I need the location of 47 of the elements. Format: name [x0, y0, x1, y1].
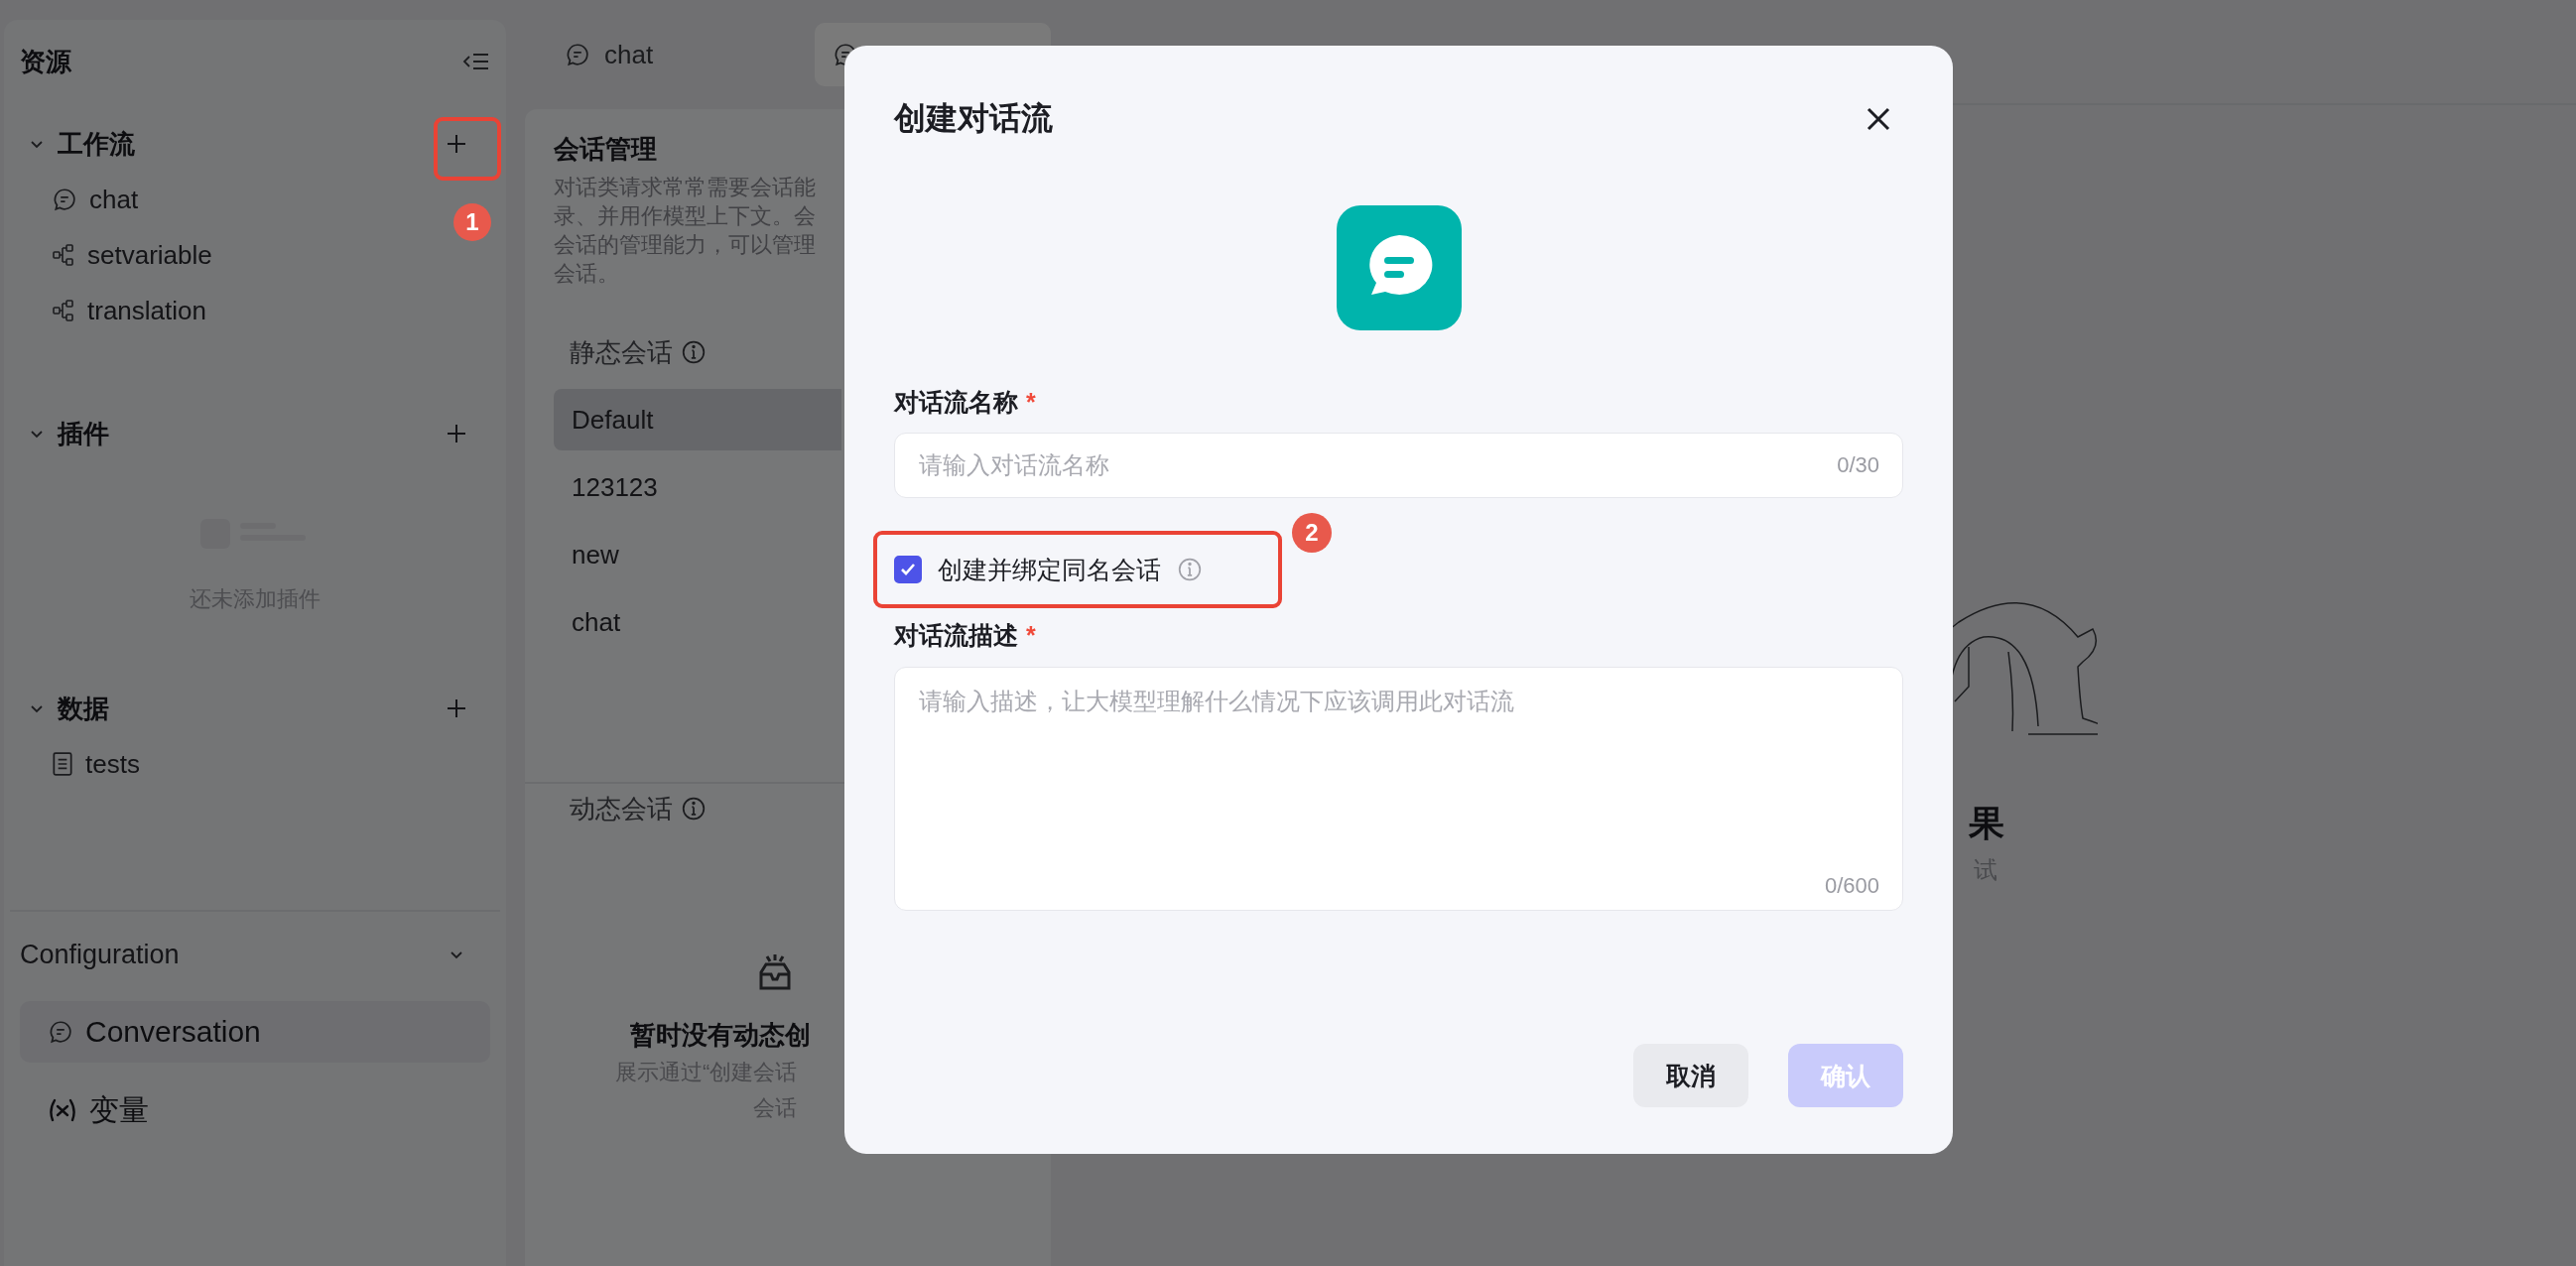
session-item[interactable]: chat: [554, 591, 841, 653]
chat-bubble-icon: [48, 1019, 73, 1045]
dialog-title: 创建对话流: [894, 99, 1053, 138]
required-mark: *: [1026, 620, 1036, 651]
result-title: 果: [1969, 802, 2004, 845]
configuration-item[interactable]: Conversation: [20, 1001, 490, 1063]
workflow-icon: [52, 243, 75, 267]
document-icon: [52, 751, 73, 777]
configuration-item[interactable]: 变量: [20, 1079, 490, 1141]
resource-item[interactable]: tests: [20, 736, 148, 792]
add-icon[interactable]: [445, 422, 468, 445]
panel-title: 会话管理: [554, 133, 658, 166]
character-counter: 0/600: [1824, 873, 1879, 899]
empty-title: 暂时没有动态创: [630, 1019, 811, 1052]
resource-item[interactable]: translation: [20, 283, 214, 338]
chat-bubble-icon: [52, 187, 77, 212]
chat-app-icon: [1336, 205, 1462, 330]
section-title: 工作流: [58, 127, 136, 161]
close-icon[interactable]: [1866, 106, 1891, 132]
section-title: 静态会话: [570, 335, 673, 369]
chat-bubble-icon: [565, 42, 590, 67]
section-title: 数据: [58, 692, 110, 725]
info-icon: [681, 796, 707, 822]
character-counter: 0/30: [1837, 452, 1879, 478]
add-icon[interactable]: [445, 696, 468, 720]
variable-icon: [48, 1097, 77, 1123]
required-mark: *: [1026, 387, 1036, 418]
session-item[interactable]: 123123: [554, 456, 841, 518]
section-title: 动态会话: [570, 792, 673, 825]
tab[interactable]: chat: [547, 23, 672, 86]
field-label: 对话流描述: [894, 620, 1018, 651]
session-item[interactable]: Default: [554, 389, 841, 450]
workflow-icon: [52, 299, 75, 322]
highlight-frame: [434, 117, 501, 181]
resource-item[interactable]: chat: [20, 172, 147, 227]
sidebar-title: 资源: [20, 45, 71, 78]
section-title: 插件: [58, 417, 110, 450]
checkbox[interactable]: [894, 556, 922, 583]
info-icon: [681, 339, 707, 365]
add-icon[interactable]: [445, 132, 468, 156]
field-label: 对话流名称: [894, 387, 1018, 418]
cancel-button[interactable]: 取消: [1633, 1044, 1748, 1107]
resource-item[interactable]: setvariable: [20, 227, 220, 283]
info-icon: [1177, 557, 1203, 582]
configuration-title: Configuration: [20, 939, 180, 970]
session-item[interactable]: new: [554, 524, 841, 585]
checkbox-label: 创建并绑定同名会话: [938, 554, 1161, 585]
